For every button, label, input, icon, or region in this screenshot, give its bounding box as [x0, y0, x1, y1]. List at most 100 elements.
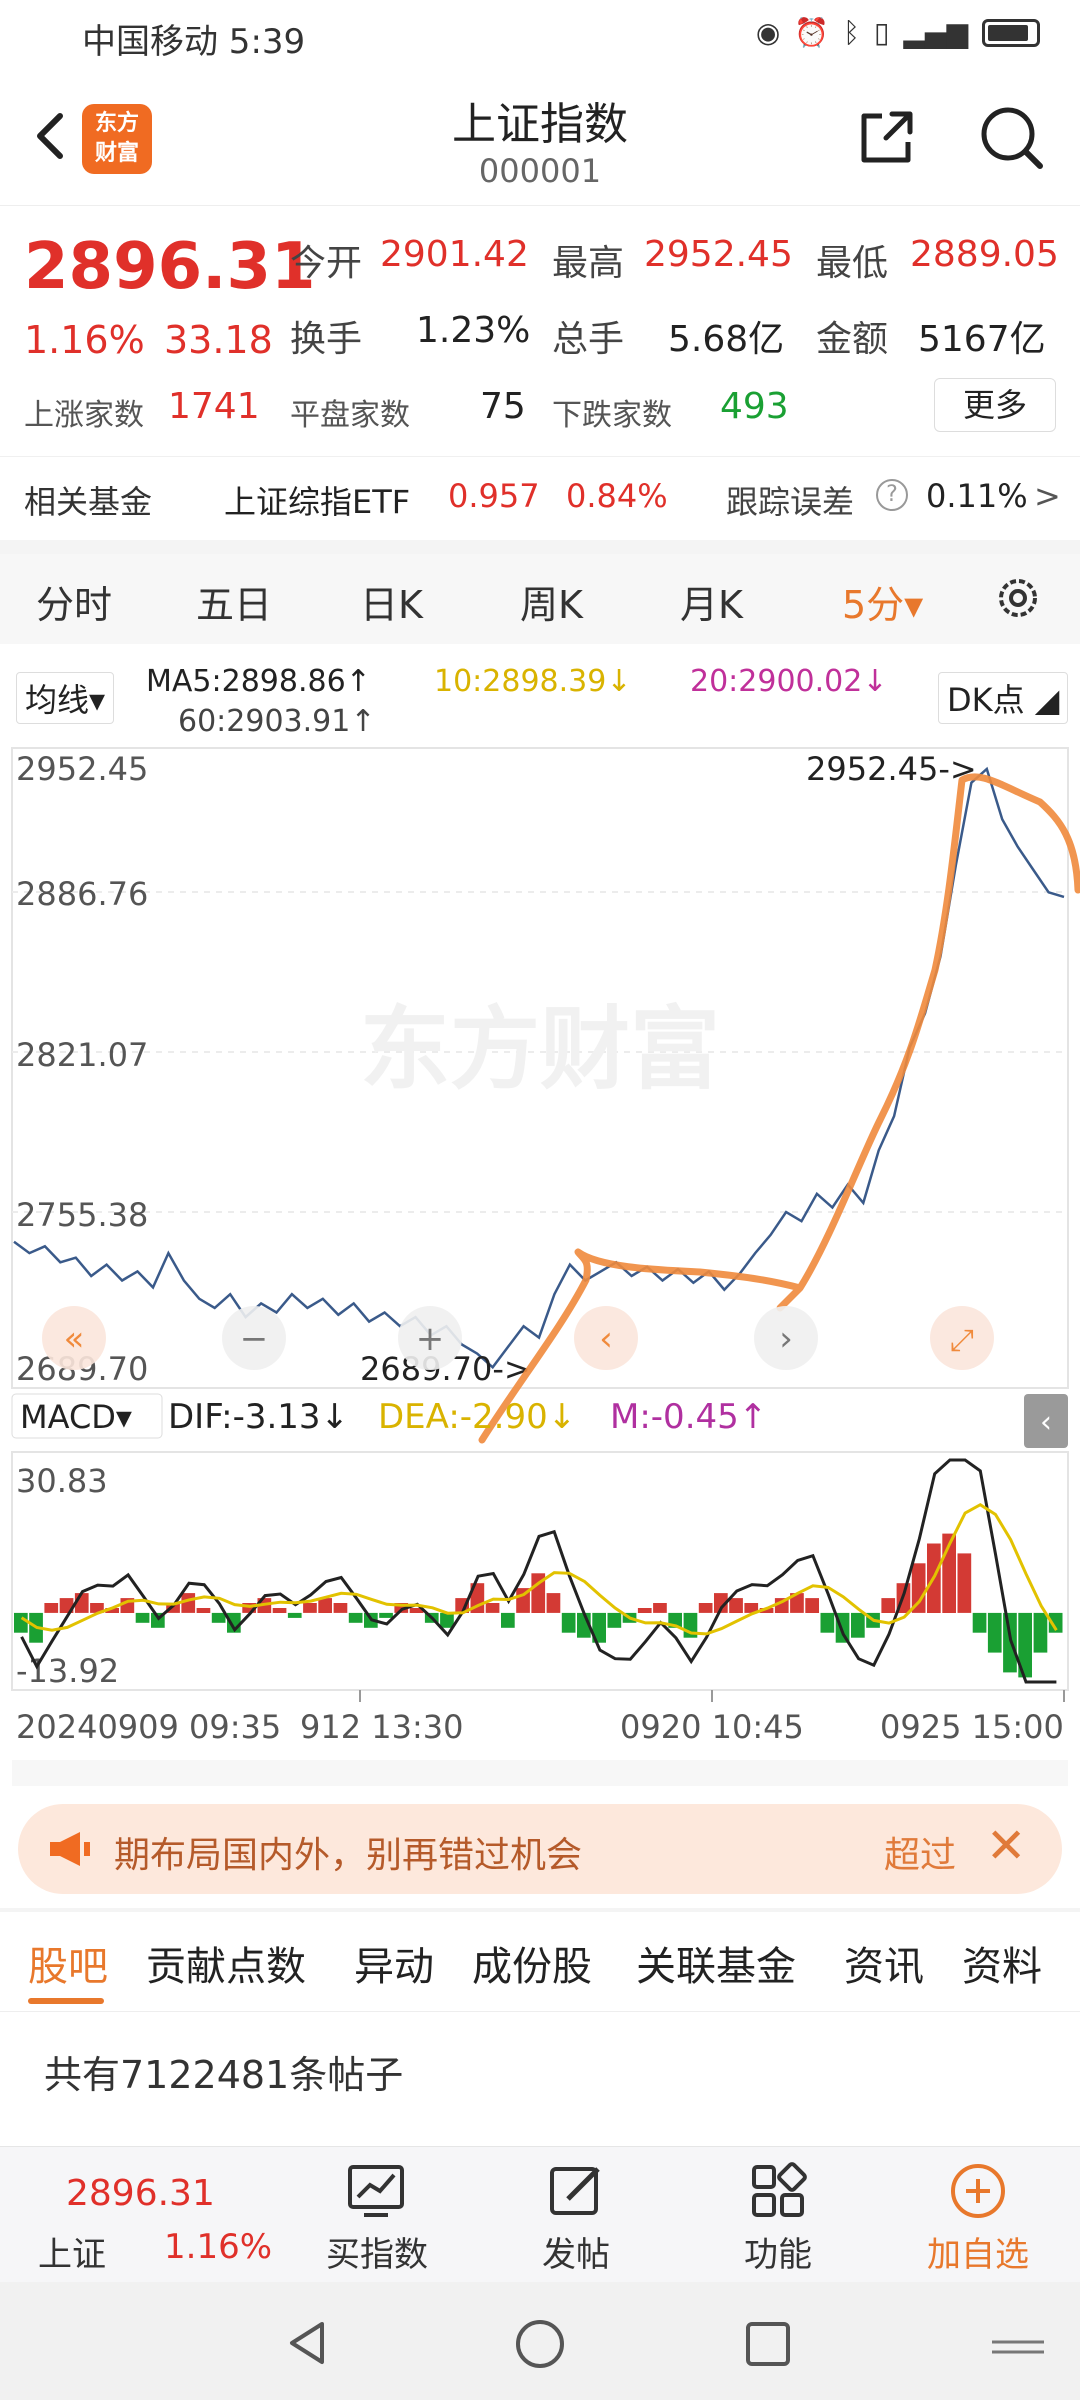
macd-bar: [272, 1608, 287, 1613]
x-tick-label: 912 13:30: [300, 1708, 463, 1746]
tab-components[interactable]: 成份股: [472, 1934, 592, 1992]
alarm-icon: ⏰: [794, 16, 830, 49]
stock-code: 000001: [478, 152, 602, 190]
svg-text:−: −: [240, 1319, 269, 1359]
indicator-selector[interactable]: 均线▾: [16, 672, 115, 724]
macd-bar: [287, 1612, 302, 1618]
macd-bar: [318, 1598, 332, 1613]
tab-related-funds[interactable]: 关联基金: [636, 1934, 796, 1992]
y-tick-label: 2755.38: [16, 1196, 148, 1234]
tab-5min[interactable]: 5分▾: [842, 574, 923, 629]
tab-five-day[interactable]: 五日: [196, 574, 272, 629]
tab-guba[interactable]: 股吧: [28, 1934, 108, 1992]
macd-bar: [211, 1612, 226, 1623]
collapse-tab[interactable]: ‹: [1024, 1394, 1068, 1448]
tab-intraday[interactable]: 分时: [36, 574, 112, 629]
menu-lines-icon[interactable]: [990, 2338, 1046, 2358]
share-icon[interactable]: [856, 106, 918, 168]
etf-name[interactable]: 上证综指ETF: [224, 477, 410, 523]
macd-bar: [440, 1612, 454, 1628]
more-button[interactable]: 更多: [934, 378, 1056, 432]
k-line-chart[interactable]: 东方财富 2952.45 2886.76 2821.07 2755.38 268…: [0, 740, 1080, 1790]
svg-text:⤢: ⤢: [950, 1323, 974, 1358]
prev-button[interactable]: ‹: [574, 1306, 638, 1370]
scrollbar-track[interactable]: [12, 1760, 1068, 1786]
fullscreen-button[interactable]: ⤢: [930, 1306, 994, 1370]
header: 东方 财富 上证指数 000001: [0, 72, 1080, 206]
help-icon[interactable]: ?: [876, 479, 908, 511]
y-tick-label: 2821.07: [16, 1036, 148, 1074]
page-title: 上证指数: [452, 99, 628, 150]
post-button[interactable]: 发帖: [534, 2227, 618, 2276]
tab-contribution[interactable]: 贡献点数: [146, 1934, 306, 1992]
nav-home-icon[interactable]: [514, 2318, 566, 2370]
fund-label: 相关基金: [24, 483, 153, 521]
add-watchlist-button[interactable]: 加自选: [920, 2227, 1036, 2276]
gear-icon[interactable]: [990, 570, 1046, 626]
zoom-out-button[interactable]: −: [222, 1306, 286, 1370]
high-marker: 2952.45->: [806, 750, 977, 788]
tracking-error-label: 跟踪误差: [726, 483, 855, 521]
signal-icon: ▂▄▆: [903, 16, 968, 49]
current-price: 2896.31: [24, 230, 316, 304]
tab-news[interactable]: 资讯: [844, 1934, 924, 1992]
quote-panel: 2896.31 1.16% 33.18 今开 2901.42 最高 2952.4…: [0, 206, 1080, 456]
dif-value: DIF:-3.13↓: [168, 1397, 349, 1437]
promo-banner[interactable]: 期布局国内外，别再错过机会 超过 ✕: [18, 1804, 1062, 1894]
tracking-error-value: 0.11%: [926, 477, 1028, 515]
macd-bar: [135, 1612, 150, 1623]
functions-button[interactable]: 功能: [736, 2227, 820, 2276]
turnover-value: 1.23%: [416, 310, 531, 351]
fund-row-arrow: >: [1034, 477, 1061, 515]
macd-bar: [972, 1612, 987, 1633]
scroll-left-button[interactable]: «: [42, 1306, 106, 1370]
macd-bar: [303, 1603, 317, 1613]
mini-price: 2896.31: [66, 2173, 215, 2214]
svg-text:+: +: [416, 1319, 445, 1359]
y-tick-label: 2952.45: [16, 750, 148, 788]
macd-bar: [333, 1603, 348, 1613]
down-label: 下跌家数: [552, 398, 672, 433]
bottom-action-bar: 2896.31 上证 1.16% 买指数 发帖 功能 加自选: [0, 2146, 1080, 2282]
plus-circle-icon[interactable]: [946, 2161, 1010, 2221]
vibrate-icon: ▯: [873, 16, 890, 49]
tab-daily-k[interactable]: 日K: [360, 574, 423, 629]
posts-count: 共有7122481条帖子: [44, 2053, 404, 2097]
status-icons: ◉ ⏰ ᛒ ▯ ▂▄▆: [756, 16, 1040, 49]
tab-movement[interactable]: 异动: [354, 1934, 434, 1992]
nav-recents-icon[interactable]: [744, 2320, 792, 2368]
search-icon[interactable]: [976, 102, 1046, 172]
amount-value: 5167亿: [918, 319, 1046, 360]
next-button[interactable]: ›: [754, 1306, 818, 1370]
macd-bar: [14, 1612, 28, 1633]
related-fund-row[interactable]: 相关基金 上证综指ETF 0.957 0.84% 跟踪误差 ? 0.11% >: [0, 456, 1080, 540]
macd-bar: [561, 1612, 576, 1633]
edit-icon[interactable]: [544, 2161, 608, 2221]
tab-monthly-k[interactable]: 月K: [680, 574, 743, 629]
amount-label: 金额: [816, 319, 889, 360]
tab-weekly-k[interactable]: 周K: [520, 574, 583, 629]
macd-selector[interactable]: MACD▾: [20, 1398, 132, 1436]
up-count: 1741: [168, 386, 260, 427]
bluetooth-icon: ᛒ: [843, 16, 860, 49]
macd-bar: [805, 1598, 819, 1613]
chart-trend-icon[interactable]: [344, 2161, 408, 2221]
dk-button[interactable]: DK点 ◢: [938, 672, 1069, 724]
macd-bar: [181, 1593, 196, 1613]
mini-quote[interactable]: 2896.31 上证 1.16%: [0, 2147, 300, 2283]
nav-back-icon[interactable]: [282, 2318, 332, 2368]
close-icon[interactable]: ✕: [986, 1818, 1026, 1874]
macd-bar: [485, 1603, 500, 1613]
battery-icon: [982, 18, 1040, 47]
etf-price: 0.957: [448, 477, 540, 515]
grid-icon[interactable]: [746, 2161, 810, 2221]
active-tab-indicator: [28, 1998, 104, 2004]
volume-label: 总手: [552, 319, 625, 360]
macd-bar: [607, 1612, 622, 1628]
tab-profile[interactable]: 资料: [962, 1934, 1042, 1992]
banner-more[interactable]: 超过: [884, 1826, 956, 1878]
zoom-in-button[interactable]: +: [398, 1306, 462, 1370]
ma60-value: 60:2903.91↑: [178, 704, 376, 739]
system-nav-bar: [0, 2282, 1080, 2400]
buy-index-button[interactable]: 买指数: [322, 2227, 432, 2276]
